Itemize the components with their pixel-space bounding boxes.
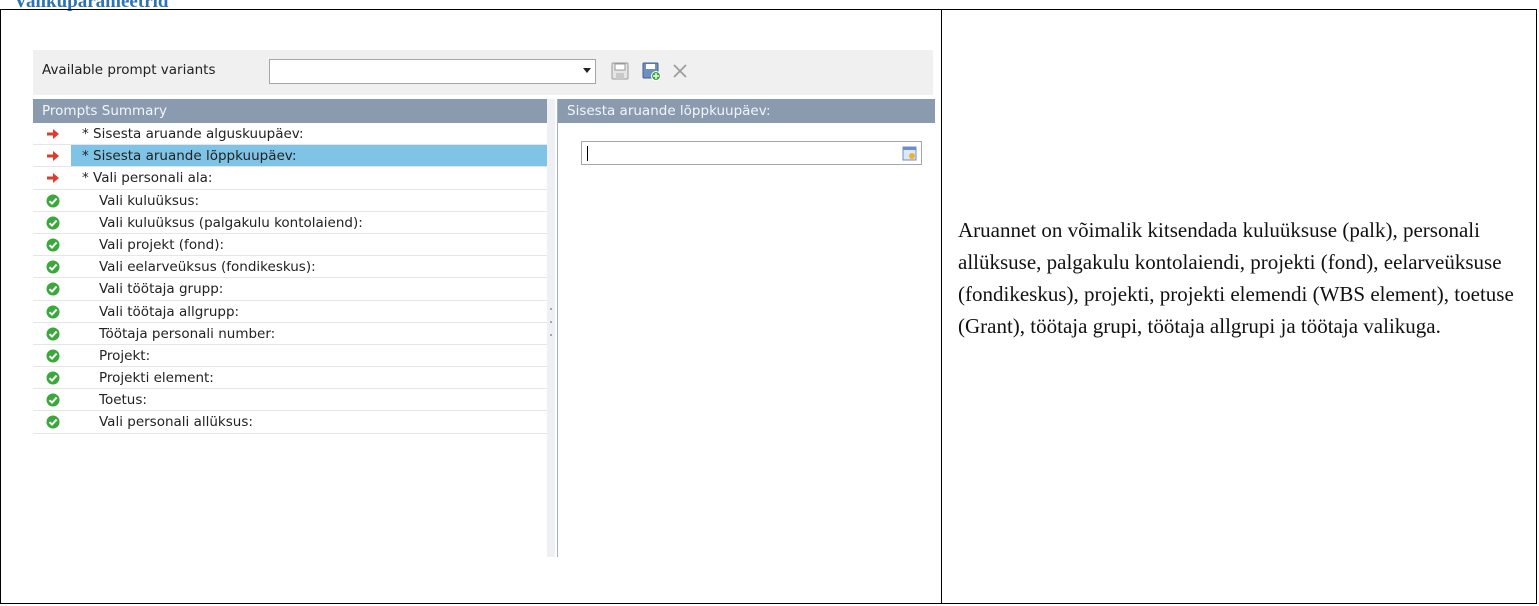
green-check-icon [46,260,60,274]
red-arrow-icon [47,173,59,184]
close-icon[interactable] [670,61,690,81]
green-check-icon [46,349,60,363]
chevron-down-icon[interactable] [583,68,591,73]
prompt-label: Vali eelarveüksus (fondikeskus): [99,259,316,276]
prompt-list: * Sisesta aruande alguskuupäev: * Sisesta… [33,123,547,434]
prompt-label: Vali kuluüksus (palgakulu kontolaiend): [99,214,363,231]
prompt-row[interactable]: Vali kuluüksus (palgakulu kontolaiend): [33,212,547,234]
prompt-row[interactable]: Vali projekt (fond): [33,234,547,257]
green-check-icon [46,282,60,296]
prompt-dialog-screenshot: Available prompt variants Prompts Summar… [33,50,935,557]
calendar-icon[interactable] [902,146,917,161]
prompt-label: * Vali personali ala: [82,170,213,187]
prompt-row[interactable]: Vali kuluüksus: [33,190,547,212]
document-table: Available prompt variants Prompts Summar… [0,9,1537,604]
prompts-summary-header: Prompts Summary [33,99,547,123]
column-divider [941,10,942,603]
end-date-input[interactable] [581,141,922,165]
prompt-label: Projekti element: [99,370,214,387]
prompt-label: Vali kuluüksus: [99,192,200,209]
description-text: Aruannet on võimalik kitsendada kuluüksu… [958,218,1514,338]
prompt-row[interactable]: Vali personali allüksus: [33,411,547,434]
prompt-row[interactable]: * Sisesta aruande lõppkuupäev: [33,145,547,168]
prompt-row[interactable]: Vali töötaja grupp: [33,278,547,301]
prompt-row[interactable]: Projekti element: [33,367,547,390]
splitter-grip-dot [550,334,552,336]
text-caret [587,146,588,161]
prompt-label: Vali töötaja grupp: [99,281,224,298]
prompt-row[interactable]: * Sisesta aruande alguskuupäev: [33,123,547,146]
prompt-label: Vali personali allüksus: [99,414,253,431]
green-check-icon [46,238,60,252]
green-check-icon [46,393,60,407]
splitter-grip-dot [550,321,552,323]
green-check-icon [46,415,60,429]
prompt-label: Vali projekt (fond): [99,236,225,253]
variants-dropdown[interactable] [269,59,596,84]
green-check-icon [46,327,60,341]
prompt-row[interactable]: * Vali personali ala: [33,167,547,190]
prompt-row[interactable]: Vali eelarveüksus (fondikeskus): [33,256,547,279]
prompt-variants-toolbar: Available prompt variants [33,50,933,95]
prompt-label: * Sisesta aruande lõppkuupäev: [82,148,297,165]
prompt-row[interactable]: Toetus: [33,389,547,412]
save-as-icon[interactable] [641,61,661,81]
prompt-label: Vali töötaja allgrupp: [99,303,240,320]
prompt-label: * Sisesta aruande alguskuupäev: [82,126,304,142]
prompt-detail-panel: Sisesta aruande lõppkuupäev: [557,99,935,557]
red-arrow-icon [47,151,59,162]
splitter-grip-dot [550,308,552,310]
prompt-label: Toetus: [99,392,147,409]
prompt-row[interactable]: Vali töötaja allgrupp: [33,301,547,323]
prompt-label: Töötaja personali number: [99,325,276,342]
prompt-detail-header: Sisesta aruande lõppkuupäev: [558,99,935,123]
variants-label: Available prompt variants [42,62,216,78]
green-check-icon [46,371,60,385]
prompts-summary-panel: Prompts Summary * Sisesta aruande algusk… [33,99,548,557]
panel-splitter[interactable] [547,99,555,557]
green-check-icon [46,216,60,230]
save-icon[interactable] [610,61,630,81]
green-check-icon [46,305,60,318]
green-check-icon [46,194,60,208]
red-arrow-icon [47,129,59,139]
prompt-label: Projekt: [99,347,151,364]
prompt-row[interactable]: Töötaja personali number: [33,323,547,345]
prompt-row[interactable]: Projekt: [33,345,547,368]
